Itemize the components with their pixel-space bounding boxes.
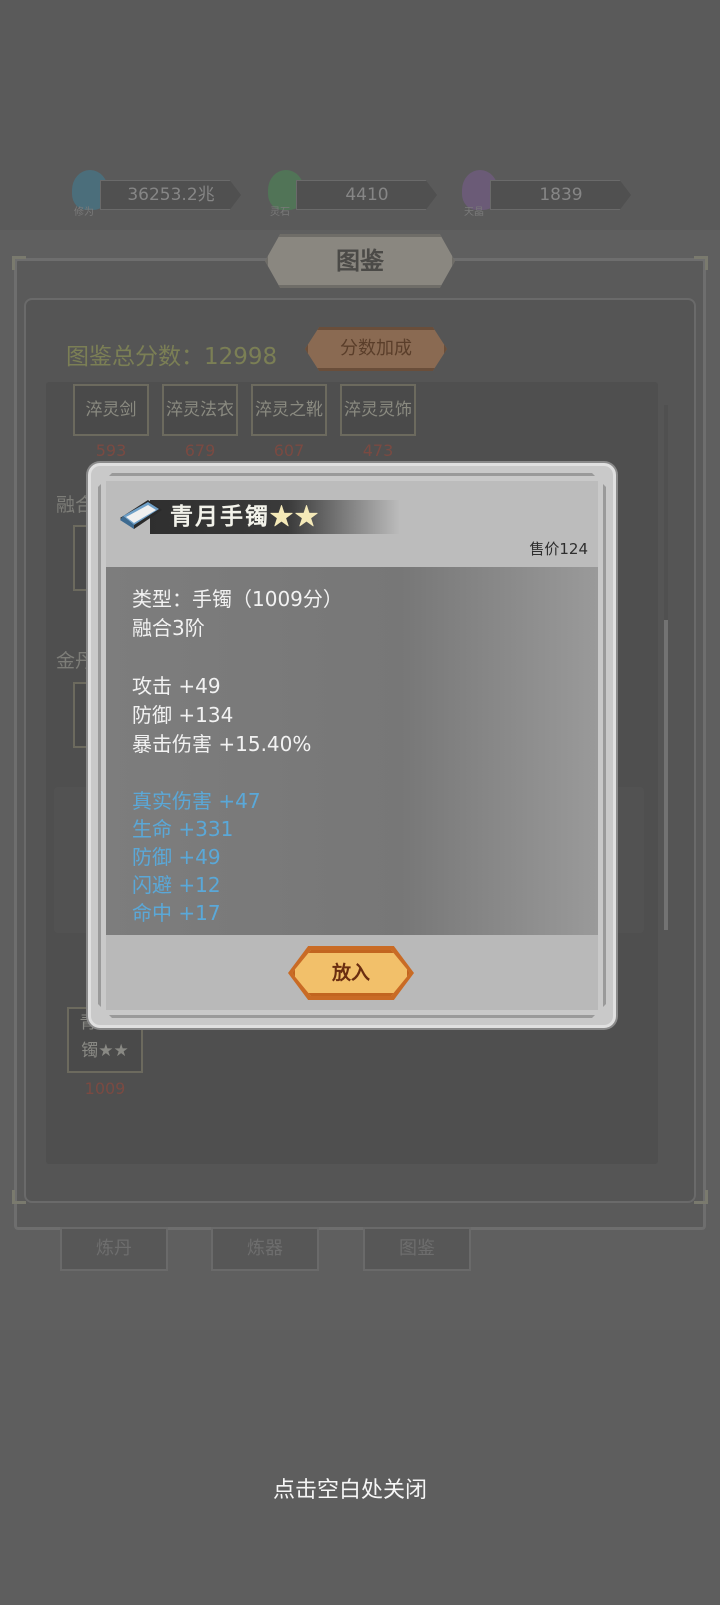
bottom-background: [0, 1330, 720, 1605]
stat-line: 防御 +134: [132, 703, 234, 727]
nav-alchemy-button[interactable]: 炼丹: [60, 1227, 168, 1271]
codex-slot[interactable]: 淬灵剑: [73, 384, 149, 436]
item-fusion-level: 融合3阶: [132, 616, 205, 640]
resource-sky-crystal: 1839 天晶: [462, 170, 631, 218]
slot-score: 473: [362, 441, 394, 460]
total-score: 图鉴总分数：12998: [66, 337, 277, 371]
owned-item-name-line2: 镯★★: [81, 1041, 129, 1061]
scrollbar-thumb[interactable]: [664, 620, 668, 930]
panel-corner: [694, 1190, 708, 1204]
extra-stat-line: 生命 +331: [132, 817, 234, 841]
nav-codex-button[interactable]: 图鉴: [363, 1227, 471, 1271]
resource-label: 修为: [74, 207, 94, 218]
stat-line: 暴击伤害 +15.40%: [132, 732, 312, 756]
owned-item-score: 1009: [84, 1079, 126, 1098]
codex-slot[interactable]: 淬灵之靴: [251, 384, 327, 436]
slot-score: 679: [184, 441, 216, 460]
extra-stat-line: 真实伤害 +47: [132, 789, 261, 813]
resource-value: 1839: [490, 180, 631, 210]
slot-score: 607: [273, 441, 305, 460]
extra-stat-line: 闪避 +12: [132, 873, 221, 897]
item-type: 类型：手镯（1009分）: [132, 587, 343, 611]
put-in-button[interactable]: 放入: [292, 950, 410, 996]
resource-value: 4410: [296, 180, 437, 210]
close-hint[interactable]: 点击空白处关闭: [0, 1472, 700, 1504]
codex-slot[interactable]: 淬灵灵饰: [340, 384, 416, 436]
stat-line: 攻击 +49: [132, 674, 221, 698]
item-price: 售价124: [529, 540, 588, 558]
resource-cultivation: 36253.2兆 修为: [72, 170, 241, 218]
item-stars: ★★: [270, 503, 320, 530]
codex-slot[interactable]: 淬灵法衣: [162, 384, 238, 436]
resource-spirit-stone: 4410 灵石: [268, 170, 437, 218]
extra-stat-line: 防御 +49: [132, 845, 221, 869]
total-score-label: 图鉴总分数：: [66, 344, 204, 370]
extra-stat-line: 命中 +17: [132, 901, 221, 925]
panel-corner: [694, 256, 708, 270]
resource-value: 36253.2兆: [100, 180, 241, 210]
score-bonus-button[interactable]: 分数加成: [305, 327, 447, 371]
slot-score: 593: [95, 441, 127, 460]
resource-label: 灵石: [270, 207, 290, 218]
item-name: 青月手镯: [170, 503, 270, 530]
panel-corner: [12, 256, 26, 270]
book-icon: [120, 500, 162, 529]
total-score-value: 12998: [204, 344, 278, 370]
panel-title: 图鉴: [265, 234, 455, 288]
item-title: 青月手镯★★: [170, 500, 320, 534]
nav-forge-button[interactable]: 炼器: [211, 1227, 319, 1271]
resource-label: 天晶: [464, 207, 484, 218]
